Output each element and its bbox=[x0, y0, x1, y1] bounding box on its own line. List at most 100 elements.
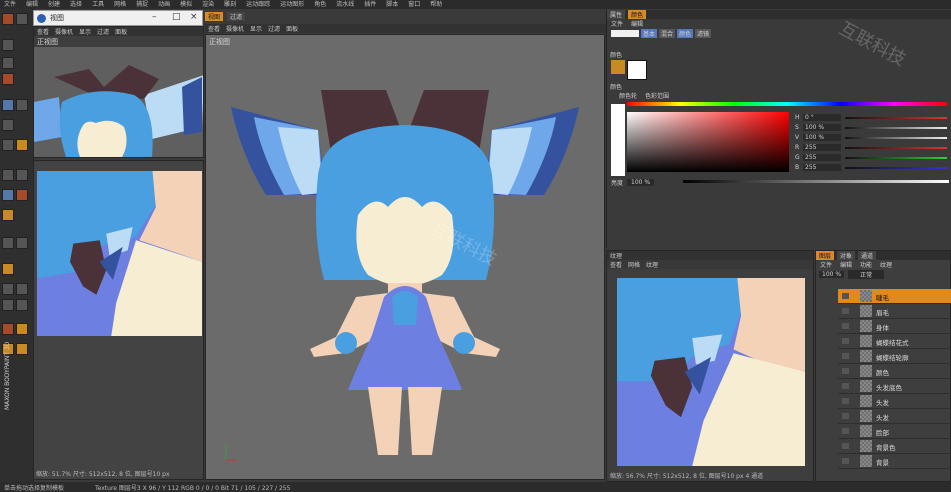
layer-row[interactable]: 蝴蝶结花式 bbox=[838, 334, 951, 349]
layer-row[interactable]: 背景色 bbox=[838, 439, 951, 454]
tab-layers[interactable]: 图层 bbox=[816, 251, 835, 260]
color-value-b[interactable]: 255 bbox=[803, 164, 841, 171]
layer-row[interactable]: 背景 bbox=[838, 454, 951, 469]
menu-item-3[interactable]: 选择 bbox=[70, 0, 82, 9]
tool-pattern2-icon[interactable] bbox=[16, 299, 28, 311]
small-view-menu-panel[interactable]: 面板 bbox=[115, 27, 127, 36]
option-wheel[interactable]: 颜色轮 bbox=[619, 91, 637, 100]
color-value-h[interactable]: 0 ° bbox=[803, 114, 841, 121]
tool-ring-icon[interactable] bbox=[16, 323, 28, 335]
layer-row[interactable]: 头发底色 bbox=[838, 379, 951, 394]
color-value-g[interactable]: 255 bbox=[803, 154, 841, 161]
menu-item-4[interactable]: 工具 bbox=[92, 0, 104, 9]
fg-color-chip[interactable] bbox=[611, 60, 625, 74]
small-view-menu-view[interactable]: 查看 bbox=[37, 27, 49, 36]
brightness-slider[interactable] bbox=[683, 180, 949, 183]
eye-icon[interactable] bbox=[842, 443, 849, 449]
eye-icon[interactable] bbox=[842, 413, 849, 419]
tool-redo-icon[interactable] bbox=[16, 13, 28, 25]
eye-icon[interactable] bbox=[842, 383, 849, 389]
eye-icon[interactable] bbox=[842, 398, 849, 404]
brightness-value[interactable]: 100 % bbox=[627, 179, 655, 186]
color-slider-v[interactable] bbox=[845, 137, 947, 139]
main-view-menu-view[interactable]: 查看 bbox=[208, 24, 220, 33]
minimize-icon[interactable]: – bbox=[152, 12, 157, 22]
small-view-menu-display[interactable]: 显示 bbox=[79, 27, 91, 36]
tool-burn-icon[interactable] bbox=[16, 189, 28, 201]
menu-item-13[interactable]: 角色 bbox=[314, 0, 326, 9]
tool-eyedropper-icon[interactable] bbox=[2, 189, 14, 201]
tool-fill-icon[interactable] bbox=[16, 139, 28, 151]
layer-row[interactable]: 颜色 bbox=[838, 364, 951, 379]
eye-icon[interactable] bbox=[842, 323, 849, 329]
eye-icon[interactable] bbox=[842, 428, 849, 434]
attr-file-menu[interactable]: 文件 bbox=[611, 19, 623, 28]
tool-clone-icon[interactable] bbox=[2, 169, 14, 181]
eye-icon[interactable] bbox=[842, 458, 849, 464]
main-view-menu-filter[interactable]: 过滤 bbox=[268, 24, 280, 33]
main-view-menu-display[interactable]: 显示 bbox=[250, 24, 262, 33]
small-texture-panel[interactable]: 缩放: 51.7% 尺寸: 512x512, 8 位, 图层号10 px bbox=[33, 160, 204, 480]
layer-row[interactable]: 睫毛 bbox=[838, 289, 951, 304]
layer-blend-mode[interactable]: 正常 bbox=[848, 269, 885, 279]
layers-menu-edit[interactable]: 编辑 bbox=[840, 260, 852, 269]
layer-row[interactable]: 头发 bbox=[838, 409, 951, 424]
color-slider-g[interactable] bbox=[845, 157, 947, 159]
color-value-v[interactable]: 100 % bbox=[803, 134, 841, 141]
menu-item-16[interactable]: 脚本 bbox=[386, 0, 398, 9]
eye-icon[interactable] bbox=[842, 308, 849, 314]
tool-color-swap-icon[interactable] bbox=[2, 237, 14, 249]
small-viewport[interactable]: 查看 摄像机 显示 过滤 面板 正视图 bbox=[33, 26, 204, 158]
eye-icon[interactable] bbox=[842, 368, 849, 374]
layers-menu-function[interactable]: 功能 bbox=[860, 260, 872, 269]
layer-row[interactable]: 身体 bbox=[838, 319, 951, 334]
tool-select-icon[interactable] bbox=[2, 39, 14, 51]
main-viewport[interactable]: 正视图 互联科技 bbox=[205, 34, 605, 480]
menu-item-1[interactable]: 编辑 bbox=[26, 0, 38, 9]
tool-undo-icon[interactable] bbox=[2, 13, 14, 25]
color-slider-r[interactable] bbox=[845, 147, 947, 149]
mode-blend[interactable]: 混合 bbox=[659, 28, 676, 38]
close-icon[interactable]: × bbox=[190, 12, 198, 22]
attr-edit-menu[interactable]: 编辑 bbox=[631, 19, 643, 28]
tool-pattern-icon[interactable] bbox=[2, 299, 14, 311]
tool-checker-icon[interactable] bbox=[16, 283, 28, 295]
mode-filter[interactable]: 滤镜 bbox=[695, 28, 712, 38]
layer-row[interactable]: 蝴蝶结轮廓 bbox=[838, 349, 951, 364]
layers-menu-file[interactable]: 文件 bbox=[820, 260, 832, 269]
color-value-r[interactable]: 255 bbox=[803, 144, 841, 151]
color-slider-b[interactable] bbox=[845, 167, 947, 169]
tool-dodge-icon[interactable] bbox=[16, 169, 28, 181]
menu-item-8[interactable]: 模拟 bbox=[180, 0, 192, 9]
menu-item-14[interactable]: 流水线 bbox=[336, 0, 354, 9]
menu-item-6[interactable]: 捕捉 bbox=[136, 0, 148, 9]
main-view-menu-camera[interactable]: 摄像机 bbox=[226, 24, 244, 33]
mode-color[interactable]: 颜色 bbox=[677, 28, 694, 38]
tool-eraser-icon[interactable] bbox=[2, 119, 14, 131]
saturation-value-picker[interactable] bbox=[627, 112, 789, 172]
menu-item-10[interactable]: 雕刻 bbox=[224, 0, 236, 9]
color-value-s[interactable]: 100 % bbox=[803, 124, 841, 131]
color-slider-s[interactable] bbox=[845, 127, 947, 129]
eye-icon[interactable] bbox=[842, 293, 849, 299]
tool-projection-icon[interactable] bbox=[2, 209, 14, 221]
bg-color-chip[interactable] bbox=[627, 60, 647, 80]
layer-opacity[interactable]: 100 % bbox=[819, 270, 845, 278]
eye-icon[interactable] bbox=[842, 353, 849, 359]
tab-objects[interactable]: 对象 bbox=[837, 251, 856, 260]
tool-color-reset-icon[interactable] bbox=[16, 237, 28, 249]
hue-slider[interactable] bbox=[627, 102, 947, 106]
main-view-menu-panel[interactable]: 面板 bbox=[286, 24, 298, 33]
menu-item-9[interactable]: 渲染 bbox=[202, 0, 214, 9]
tab-view[interactable]: 视图 bbox=[205, 12, 224, 21]
texture-menu-view[interactable]: 查看 bbox=[610, 260, 622, 269]
color-swatch-small[interactable] bbox=[611, 29, 639, 37]
menu-item-12[interactable]: 运动图形 bbox=[280, 0, 304, 9]
layer-row[interactable]: 头发 bbox=[838, 394, 951, 409]
tool-brush-icon[interactable] bbox=[2, 99, 14, 111]
small-view-menu-filter[interactable]: 过滤 bbox=[97, 27, 109, 36]
color-slider-h[interactable] bbox=[845, 117, 947, 119]
mode-basic[interactable]: 基本 bbox=[641, 28, 658, 38]
texture-panel[interactable]: 纹理 查看 网格 纹理 缩放: 56.7% 尺寸: 512x512, 8 位, … bbox=[606, 250, 814, 482]
tool-record-icon[interactable] bbox=[2, 73, 14, 85]
